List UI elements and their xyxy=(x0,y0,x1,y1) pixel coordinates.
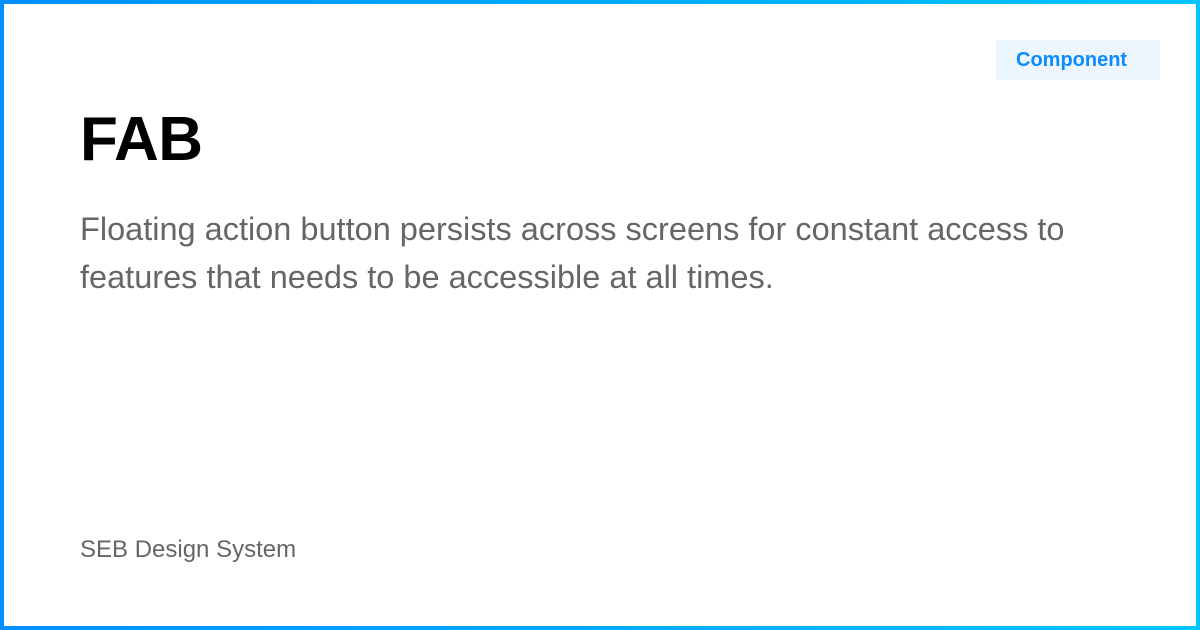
description: Floating action button persists across s… xyxy=(80,211,1065,295)
card: Component FAB Floating action button per… xyxy=(4,4,1196,626)
site-name: SEB Design System xyxy=(80,536,297,563)
page-title: FAB xyxy=(80,105,203,174)
card-frame: Component FAB Floating action button per… xyxy=(0,0,1200,630)
category-badge: Component xyxy=(996,40,1160,80)
